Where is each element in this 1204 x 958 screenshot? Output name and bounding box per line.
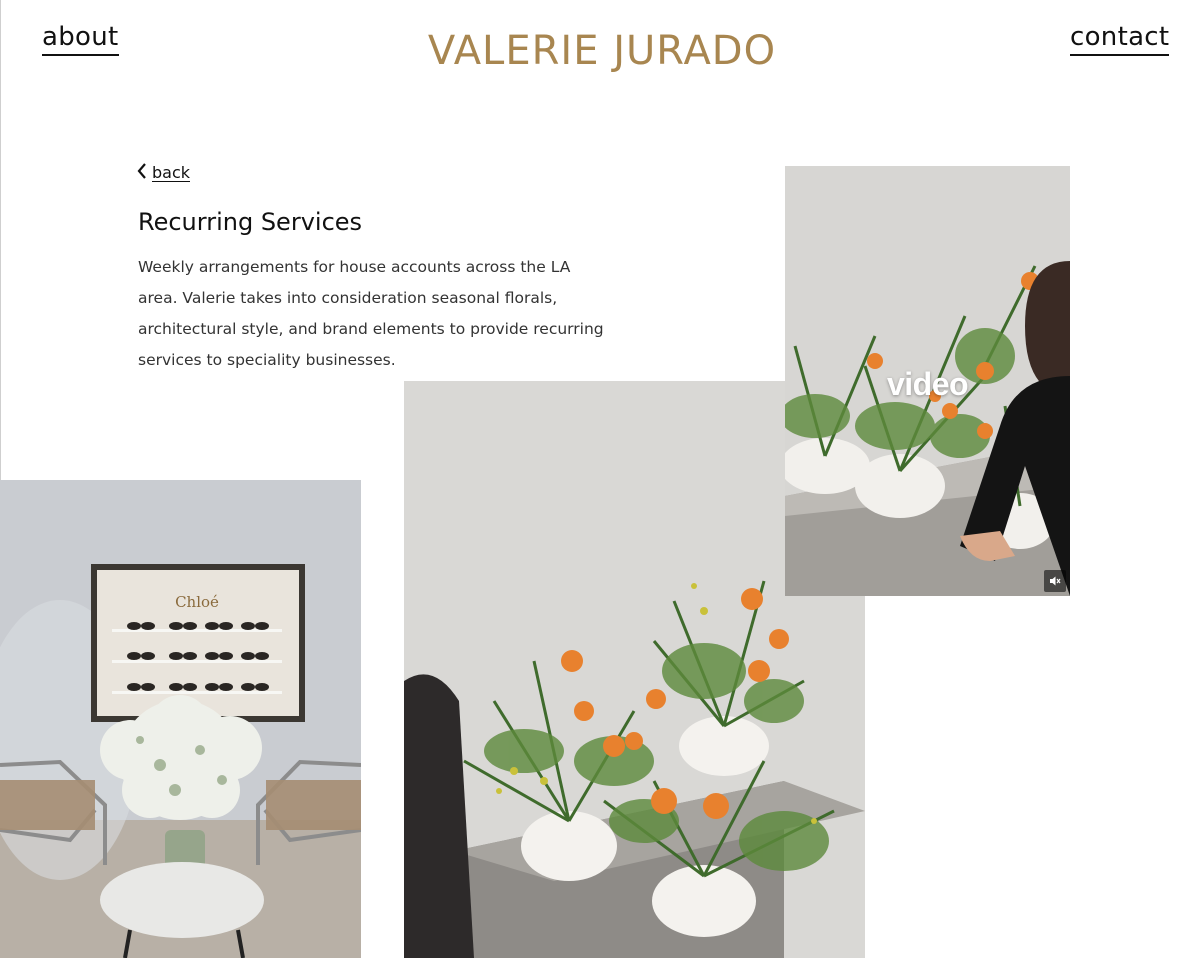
mute-button[interactable] [1044, 570, 1066, 592]
store-interior-photo: Chloé [0, 480, 361, 958]
chevron-left-icon [136, 162, 148, 184]
project-description: Weekly arrangements for house accounts a… [138, 258, 604, 369]
video-label: video [886, 366, 969, 402]
video-player[interactable]: video [785, 166, 1070, 596]
back-link[interactable]: back [136, 162, 191, 184]
store-sign-text: Chloé [175, 593, 219, 611]
back-label: back [152, 162, 191, 183]
contact-link[interactable]: contact [1070, 22, 1170, 57]
site-logo[interactable]: VALERIE JURADO [0, 28, 1204, 74]
mute-icon [1049, 575, 1061, 587]
project-title: Recurring Services [138, 208, 363, 236]
